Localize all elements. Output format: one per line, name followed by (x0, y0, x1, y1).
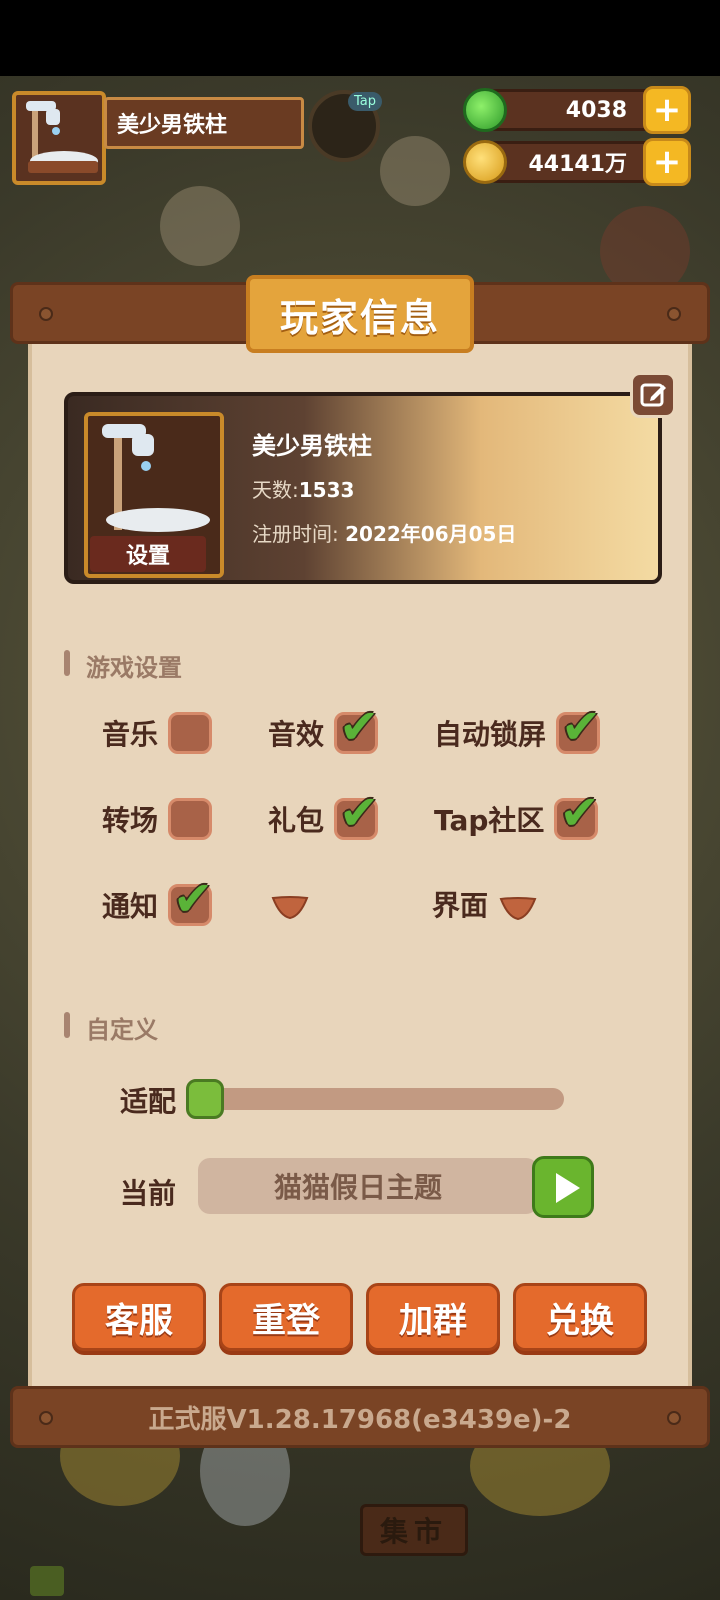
coin-icon (463, 140, 507, 184)
music-checkbox[interactable] (168, 712, 213, 754)
player-name: 美少男铁柱 (117, 113, 228, 138)
transition-checkbox[interactable] (168, 798, 213, 840)
relogin-button[interactable]: 重登 (219, 1283, 353, 1351)
background-item (30, 1566, 64, 1596)
faucet-icon (102, 424, 210, 532)
days-value: 1533 (298, 478, 355, 502)
current-theme-value: 猫猫假日主题 (273, 1171, 442, 1204)
transition-label: 转场 (102, 804, 159, 837)
tap-community-label: Tap社区 (434, 804, 545, 837)
option-notify[interactable]: 通知 (102, 871, 213, 927)
bolt-icon (667, 307, 681, 321)
register-date: 2022年06月05日 (345, 522, 517, 546)
status-bar (0, 0, 720, 76)
panel-title: 玩家信息 (246, 275, 474, 353)
version-text: 正式服V1.28.17968(e3439e)-2 (148, 1404, 572, 1435)
adapt-slider-thumb[interactable] (186, 1079, 224, 1119)
gift-label: 礼包 (268, 804, 325, 837)
card-player-name: 美少男铁柱 (252, 432, 372, 460)
language-dropdown[interactable] (270, 894, 310, 920)
bolt-icon (667, 1411, 681, 1425)
plus-icon: + (652, 142, 682, 182)
tap-community-checkbox[interactable] (554, 785, 600, 841)
option-interface[interactable]: 界面 (432, 884, 538, 924)
profile-card: 设置 美少男铁柱 天数:1533 注册时间: 2022年06月05日 (64, 392, 662, 584)
edit-icon (640, 383, 666, 407)
game-settings-title: 游戏设置 (64, 648, 182, 683)
join-group-button[interactable]: 加群 (366, 1283, 500, 1351)
customer-service-button[interactable]: 客服 (72, 1283, 206, 1351)
player-name-plate: 美少男铁柱 (104, 97, 304, 149)
current-theme-field: 猫猫假日主题 (198, 1158, 538, 1214)
option-gift[interactable]: 礼包 (268, 785, 379, 841)
edit-profile-button[interactable] (630, 372, 676, 418)
chevron-down-icon[interactable] (498, 895, 538, 921)
option-tap-community[interactable]: Tap社区 (434, 785, 600, 841)
chevron-down-icon[interactable] (270, 894, 310, 920)
coin-value: 44141万 (528, 152, 627, 177)
faucet-icon (26, 101, 98, 173)
panel-bottom-bar: 正式服V1.28.17968(e3439e)-2 (10, 1386, 710, 1448)
days-row: 天数:1533 (252, 474, 354, 503)
bolt-icon (39, 1411, 53, 1425)
tap-community-button[interactable]: Tap (308, 90, 383, 162)
option-music[interactable]: 音乐 (102, 712, 213, 754)
sfx-label: 音效 (268, 718, 325, 751)
current-label: 当前 (120, 1177, 177, 1210)
notify-checkbox[interactable] (168, 871, 213, 927)
custom-section-title: 自定义 (64, 1010, 158, 1045)
notify-label: 通知 (102, 890, 159, 923)
option-sfx[interactable]: 音效 (268, 699, 379, 755)
register-row: 注册时间: 2022年06月05日 (252, 518, 516, 547)
option-transition[interactable]: 转场 (102, 798, 213, 840)
plus-icon: + (652, 90, 682, 130)
redeem-button[interactable]: 兑换 (513, 1283, 647, 1351)
autolock-label: 自动锁屏 (434, 718, 547, 751)
avatar-settings-button[interactable]: 设置 (90, 536, 206, 572)
coin-currency: 44141万 + (463, 138, 691, 186)
music-label: 音乐 (102, 718, 159, 751)
tap-badge-label: Tap (348, 92, 383, 111)
add-coin-button[interactable]: + (643, 138, 691, 186)
adapt-label: 适配 (120, 1085, 177, 1118)
jade-icon (463, 88, 507, 132)
autolock-checkbox[interactable] (556, 699, 601, 755)
player-avatar-small[interactable] (12, 91, 106, 185)
gift-checkbox[interactable] (334, 785, 379, 841)
option-autolock[interactable]: 自动锁屏 (434, 699, 601, 755)
jade-currency: 4038 + (463, 86, 691, 134)
market-sign: 集市 (360, 1504, 468, 1556)
days-label: 天数: (252, 478, 299, 502)
interface-label: 界面 (432, 889, 489, 922)
bolt-icon (39, 307, 53, 321)
register-label: 注册时间: (252, 522, 339, 546)
add-jade-button[interactable]: + (643, 86, 691, 134)
sfx-checkbox[interactable] (334, 699, 379, 755)
adapt-slider-track[interactable] (200, 1088, 564, 1110)
next-theme-button[interactable] (532, 1156, 594, 1218)
jade-value: 4038 (565, 97, 627, 123)
